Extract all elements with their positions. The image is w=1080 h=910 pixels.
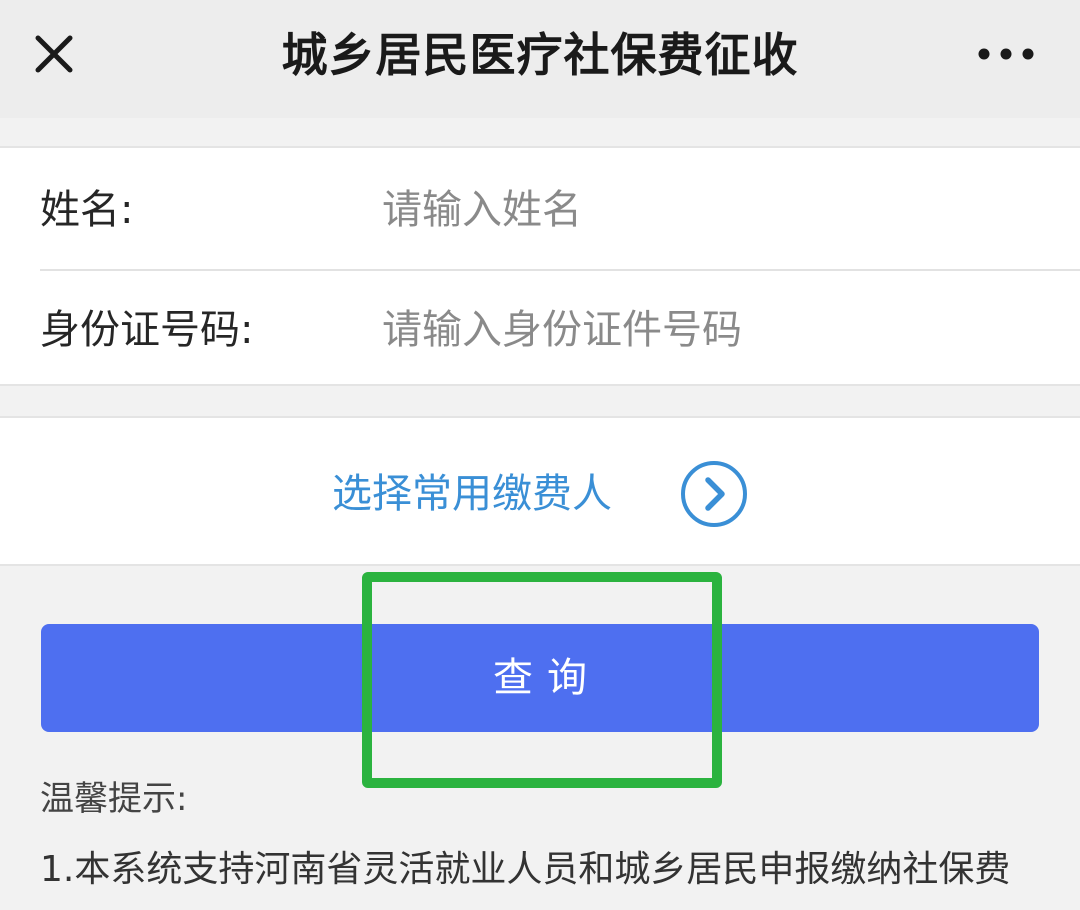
title-bar: 城乡居民医疗社保费征收: [0, 0, 1080, 118]
payer-card: 选择常用缴费人: [0, 416, 1080, 566]
row-divider: [40, 269, 1080, 271]
more-dots-icon[interactable]: [968, 24, 1048, 84]
select-frequent-payer-button[interactable]: 选择常用缴费人: [326, 458, 756, 530]
tips-line-1: 1.本系统支持河南省灵活就业人员和城乡居民申报缴纳社保费: [40, 849, 1011, 890]
name-input[interactable]: [382, 182, 1042, 238]
name-row: 姓名:: [0, 152, 1080, 268]
page-title: 城乡居民医疗社保费征收: [281, 28, 799, 82]
identity-form: 姓名: 身份证号码:: [0, 146, 1080, 386]
id-number-input[interactable]: [382, 302, 1042, 358]
id-row: 身份证号码:: [0, 272, 1080, 388]
chevron-right-circle-icon: [678, 458, 750, 530]
name-label: 姓名:: [40, 187, 134, 233]
close-icon[interactable]: [22, 22, 86, 86]
query-button[interactable]: 查询: [41, 624, 1039, 732]
tips-title: 温馨提示:: [40, 779, 188, 819]
id-number-label: 身份证号码:: [40, 307, 254, 353]
select-frequent-payer-label: 选择常用缴费人: [332, 471, 612, 517]
query-button-label: 查询: [493, 655, 601, 701]
